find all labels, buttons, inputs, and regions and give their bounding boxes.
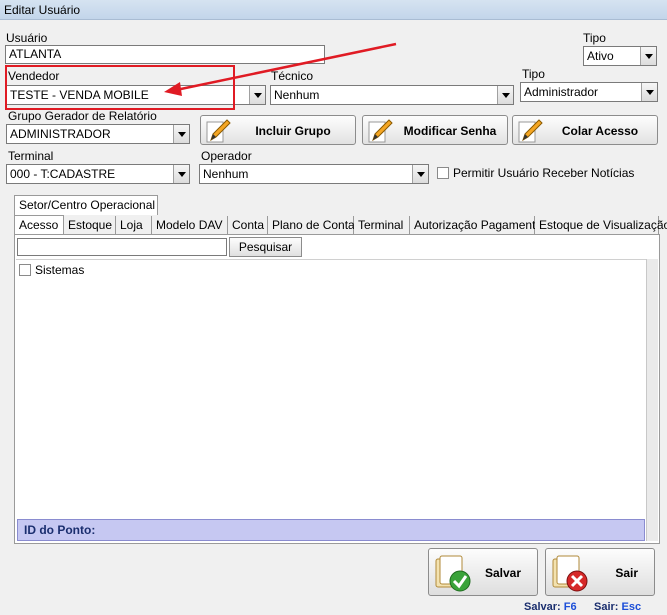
sistemas-checkbox[interactable] [19, 264, 31, 276]
grupo-label: Grupo Gerador de Relatório [8, 109, 157, 123]
title-bar: Editar Usuário [0, 0, 667, 20]
modificar-senha-button[interactable]: Modificar Senha [362, 115, 508, 145]
vertical-scrollbar[interactable] [646, 259, 658, 541]
search-button-label: Pesquisar [238, 240, 293, 254]
terminal-value: 000 - T:CADASTRE [10, 167, 116, 181]
sair-shortcut-label: Sair: [594, 601, 619, 613]
tab-estoque[interactable]: Estoque [64, 216, 116, 235]
window-title: Editar Usuário [4, 3, 81, 17]
chevron-down-icon[interactable] [497, 86, 513, 104]
grupo-select[interactable]: ADMINISTRADOR [6, 124, 190, 144]
tab-terminal[interactable]: Terminal [354, 216, 410, 235]
modificar-senha-label: Modificar Senha [403, 124, 497, 138]
chevron-down-icon[interactable] [173, 125, 189, 143]
tipo-usuario-label: Tipo [522, 67, 545, 81]
tipo-usuario-select[interactable]: Administrador [520, 82, 658, 102]
tab-modelo-dav[interactable]: Modelo DAV [152, 216, 228, 235]
exit-x-icon [552, 555, 588, 592]
pencil-icon [368, 119, 393, 143]
tree-item-sistemas[interactable]: Sistemas [35, 263, 84, 277]
operador-select[interactable]: Nenhum [199, 164, 429, 184]
pencil-icon [206, 119, 231, 143]
incluir-grupo-button[interactable]: Incluir Grupo [200, 115, 356, 145]
main-tabstrip: Acesso Estoque Loja Modelo DAV Conta Pla… [14, 215, 667, 235]
chevron-down-icon[interactable] [640, 47, 656, 65]
operador-value: Nenhum [203, 167, 249, 181]
search-input[interactable] [17, 238, 227, 256]
tab-conta[interactable]: Conta [228, 216, 268, 235]
tab-autorizacao-pagamento[interactable]: Autorização Pagamento [410, 216, 542, 235]
grupo-value: ADMINISTRADOR [10, 127, 111, 141]
tab-plano-de-conta[interactable]: Plano de Conta [268, 216, 355, 235]
operador-label: Operador [201, 149, 252, 163]
sair-button[interactable]: Sair [545, 548, 655, 596]
terminal-select[interactable]: 000 - T:CADASTRE [6, 164, 190, 184]
salvar-shortcut-label: Salvar: [524, 601, 561, 613]
tab-setor-centro[interactable]: Setor/Centro Operacional [14, 195, 158, 215]
tipo-status-select[interactable]: Ativo [583, 46, 657, 66]
permitir-noticias-checkbox[interactable] [437, 167, 449, 179]
tab-loja[interactable]: Loja [116, 216, 152, 235]
tipo-status-label: Tipo [583, 31, 606, 45]
id-ponto-label: ID do Ponto: [24, 523, 96, 537]
chevron-down-icon[interactable] [412, 165, 428, 183]
edit-user-window: Usuário ATLANTA Tipo Ativo Vendedor TEST… [0, 20, 667, 615]
permitir-noticias-label: Permitir Usuário Receber Notícias [453, 166, 635, 180]
tipo-status-value: Ativo [587, 49, 614, 63]
colar-acesso-label: Colar Acesso [561, 124, 639, 138]
tree-view: Sistemas [16, 259, 646, 529]
search-button[interactable]: Pesquisar [229, 237, 302, 257]
colar-acesso-button[interactable]: Colar Acesso [512, 115, 658, 145]
tab-acesso[interactable]: Acesso [14, 215, 64, 235]
tab-estoque-visualizacao[interactable]: Estoque de Visualização [535, 216, 667, 235]
save-check-icon [435, 555, 471, 592]
salvar-label: Salvar [484, 566, 521, 580]
tab-content-panel: Pesquisar Sistemas ID do Ponto: [14, 234, 660, 544]
salvar-shortcut: Salvar: F6 [524, 601, 577, 613]
setor-tabstrip: Setor/Centro Operacional [14, 195, 164, 215]
usuario-label: Usuário [6, 31, 48, 45]
annotation-arrow-icon [164, 42, 397, 96]
terminal-label: Terminal [8, 149, 54, 163]
chevron-down-icon[interactable] [641, 83, 657, 101]
sair-shortcut: Sair: Esc [594, 601, 641, 613]
id-ponto-bar: ID do Ponto: [17, 519, 645, 541]
salvar-button[interactable]: Salvar [428, 548, 538, 596]
tipo-usuario-value: Administrador [524, 85, 599, 99]
pencil-icon [518, 119, 543, 143]
incluir-grupo-label: Incluir Grupo [255, 124, 331, 138]
chevron-down-icon[interactable] [173, 165, 189, 183]
sair-shortcut-key: Esc [621, 601, 642, 613]
salvar-shortcut-key: F6 [563, 601, 577, 613]
sair-label: Sair [615, 566, 638, 580]
